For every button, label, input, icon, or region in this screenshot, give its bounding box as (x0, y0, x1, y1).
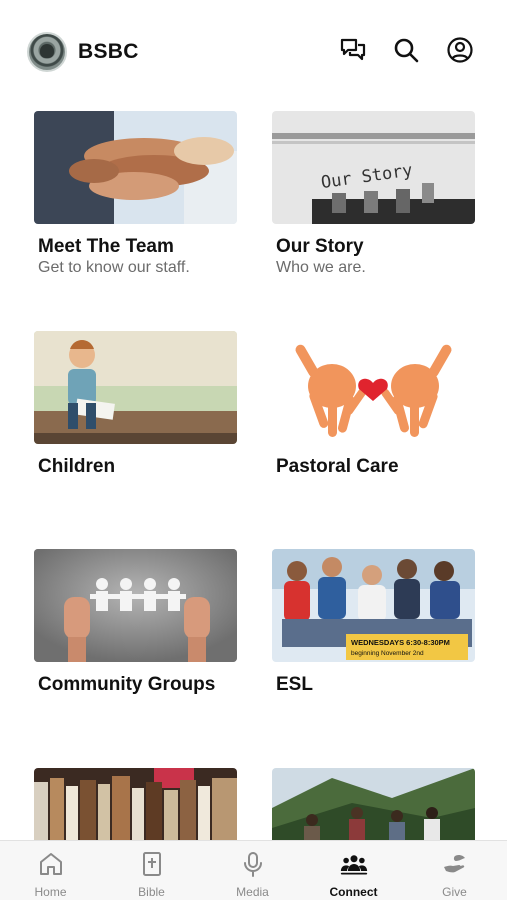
card-title: Meet The Team (38, 236, 174, 257)
child-reading-image (34, 331, 237, 444)
card-title: Pastoral Care (276, 456, 399, 477)
tab-home[interactable]: Home (0, 841, 101, 900)
microphone-icon (243, 852, 262, 877)
handprints-heart-image (272, 331, 475, 444)
tab-bible[interactable]: Bible (101, 841, 202, 900)
card-title: Community Groups (38, 674, 216, 695)
chat-icon[interactable] (339, 36, 367, 64)
card-subtitle: Who we are. (276, 259, 366, 276)
app-title: BSBC (78, 40, 139, 63)
tab-label: Home (34, 885, 67, 899)
card-title: Children (38, 456, 116, 477)
tab-give[interactable]: Give (404, 841, 505, 900)
card-our-story[interactable]: Our Story Our Story Who we are. (272, 111, 475, 278)
tab-connect[interactable]: Connect (303, 841, 404, 900)
esl-banner-start: beginning November 2nd (351, 650, 424, 657)
tab-media[interactable]: Media (202, 841, 303, 900)
card-subtitle: Get to know our staff. (38, 259, 190, 276)
card-meet-the-team[interactable]: Meet The Team Get to know our staff. (34, 111, 237, 278)
card-title: Our Story (276, 236, 364, 257)
tab-label: Media (236, 885, 269, 899)
bottom-tab-bar: Home Bible Media Connect Give (0, 840, 507, 900)
tab-label: Give (442, 885, 467, 899)
tab-label: Connect (329, 885, 378, 899)
hands-together-image (34, 111, 237, 224)
typewriter-image: Our Story (272, 111, 475, 224)
esl-banner-schedule: WEDNESDAYS 6:30-8:30PM (351, 638, 450, 647)
giving-hand-icon (443, 854, 465, 873)
card-children[interactable]: Children (34, 331, 237, 478)
paper-people-image (34, 549, 237, 662)
home-icon (39, 853, 62, 875)
card-community-groups[interactable]: Community Groups (34, 549, 237, 696)
card-pastoral-care[interactable]: Pastoral Care (272, 331, 475, 478)
profile-icon[interactable] (446, 36, 474, 64)
bible-icon (142, 852, 161, 876)
card-esl[interactable]: WEDNESDAYS 6:30-8:30PM beginning Novembe… (272, 549, 475, 696)
people-icon (340, 855, 367, 875)
app-header: BSBC (0, 0, 507, 100)
church-logo[interactable] (27, 32, 67, 72)
card-title: ESL (276, 674, 313, 695)
friends-group-image: WEDNESDAYS 6:30-8:30PM beginning Novembe… (272, 549, 475, 662)
tab-label: Bible (138, 885, 165, 899)
search-icon[interactable] (392, 36, 420, 64)
